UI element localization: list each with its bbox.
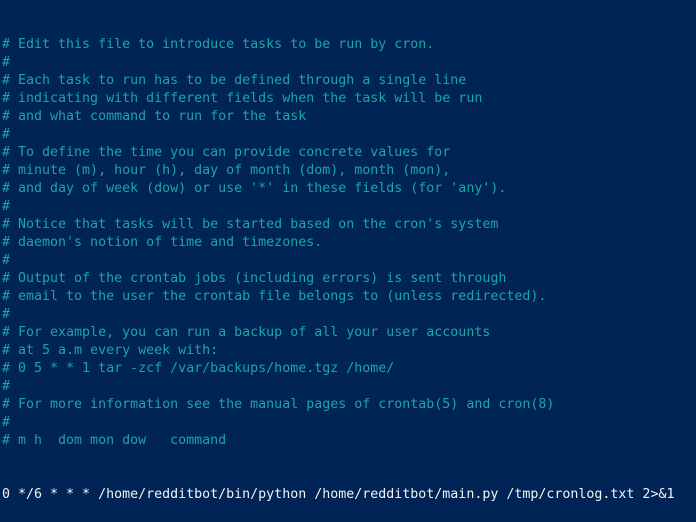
comment-line: # <box>2 307 11 322</box>
comment-line: # Output of the crontab jobs (including … <box>2 271 507 286</box>
comment-line: # <box>2 415 11 430</box>
comment-line: # Notice that tasks will be started base… <box>2 217 499 232</box>
comment-line: # minute (m), hour (h), day of month (do… <box>2 163 451 178</box>
comment-line: # and day of week (dow) or use '*' in th… <box>2 181 507 196</box>
terminal-editor[interactable]: # Edit this file to introduce tasks to b… <box>0 0 696 502</box>
comment-line: # 0 5 * * 1 tar -zcf /var/backups/home.t… <box>2 361 395 376</box>
comment-line: # For more information see the manual pa… <box>2 397 555 412</box>
comment-line: # To define the time you can provide con… <box>2 145 451 160</box>
comment-line: # at 5 a.m every week with: <box>2 343 219 358</box>
crontab-comments: # Edit this file to introduce tasks to b… <box>2 36 696 450</box>
comment-line: # <box>2 55 11 70</box>
comment-line: # daemon's notion of time and timezones. <box>2 235 323 250</box>
comment-line: # <box>2 253 11 268</box>
comment-line: # <box>2 379 11 394</box>
comment-line: # email to the user the crontab file bel… <box>2 289 547 304</box>
comment-line: # Edit this file to introduce tasks to b… <box>2 37 435 52</box>
comment-line: # <box>2 199 11 214</box>
comment-line: # Each task to run has to be defined thr… <box>2 73 467 88</box>
cron-entry-line[interactable]: 0 */6 * * * /home/redditbot/bin/python /… <box>2 486 696 504</box>
comment-line: # For example, you can run a backup of a… <box>2 325 491 340</box>
comment-line: # <box>2 127 11 142</box>
comment-line: # m h dom mon dow command <box>2 433 227 448</box>
comment-line: # and what command to run for the task <box>2 109 307 124</box>
comment-line: # indicating with different fields when … <box>2 91 483 106</box>
